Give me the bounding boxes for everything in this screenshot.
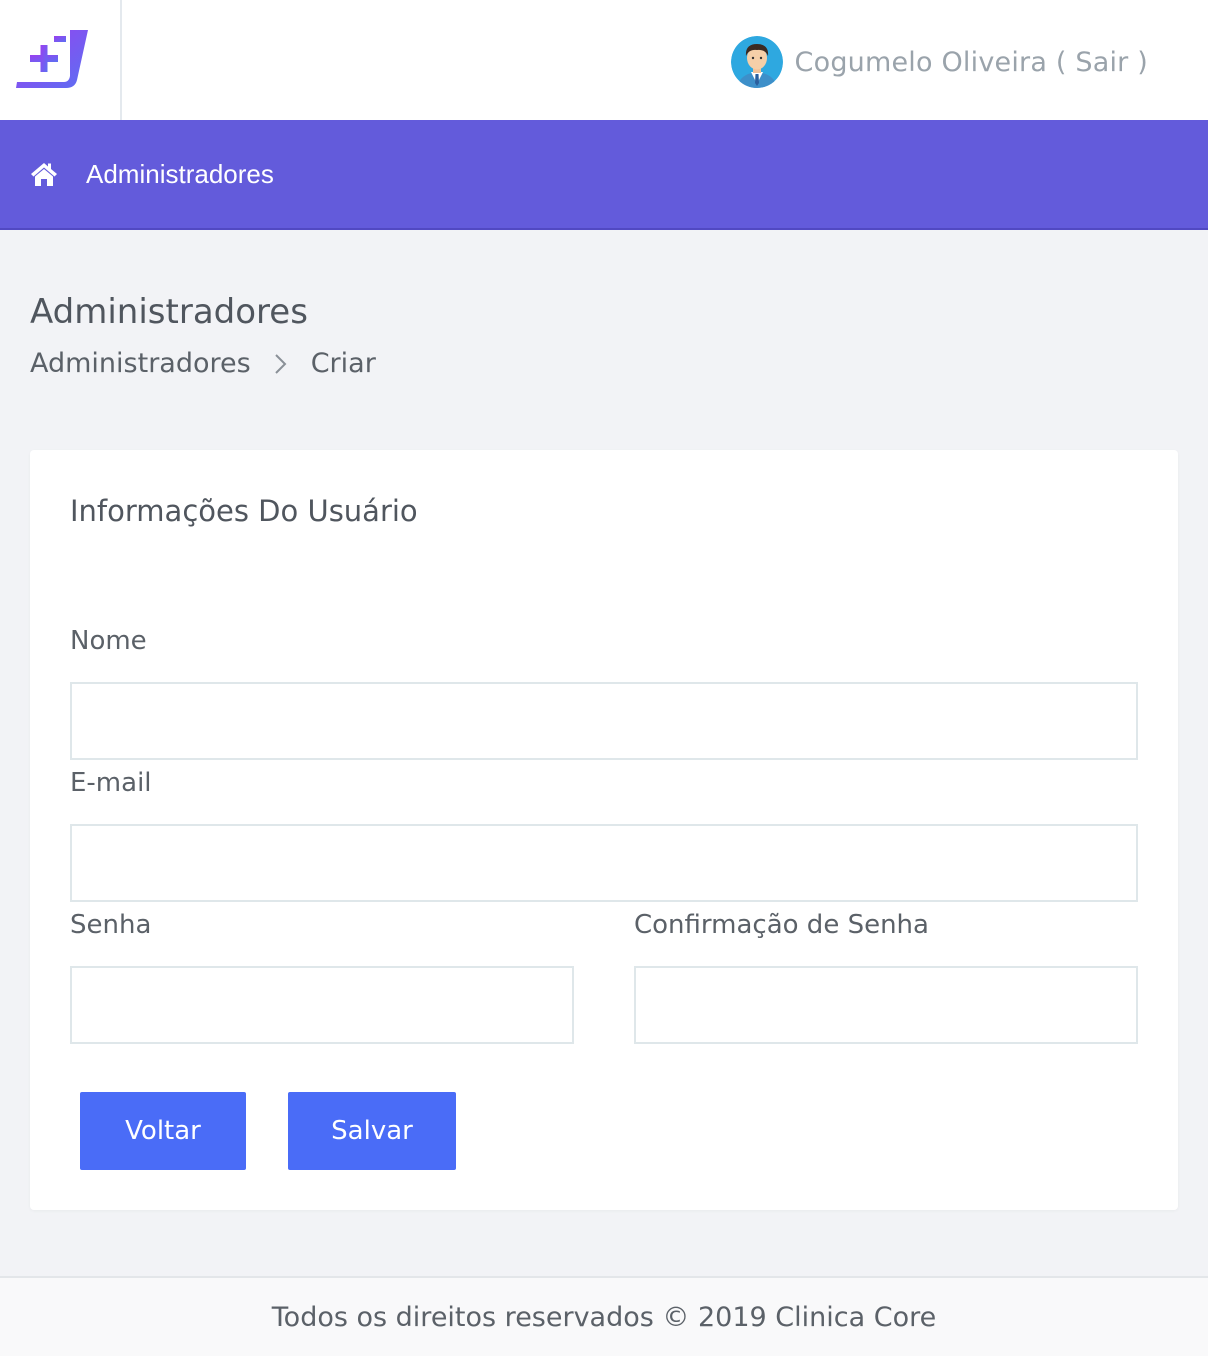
user-menu[interactable]: Cogumelo Oliveira ( Sair ) bbox=[730, 34, 1148, 90]
name-label: Nome bbox=[70, 626, 147, 656]
name-input[interactable] bbox=[70, 682, 1138, 760]
footer: Todos os direitos reservados © 2019 Clin… bbox=[0, 1276, 1208, 1356]
email-input[interactable] bbox=[70, 824, 1138, 902]
avatar bbox=[730, 36, 783, 88]
main-navbar: Administradores bbox=[0, 120, 1208, 230]
page-title: Administradores bbox=[30, 292, 308, 332]
footer-copyright: Todos os direitos reservados © 2019 Clin… bbox=[271, 1301, 937, 1333]
password-label: Senha bbox=[70, 910, 152, 940]
card-title: Informações Do Usuário bbox=[70, 494, 418, 528]
nav-item-administradores[interactable]: Administradores bbox=[86, 159, 274, 190]
save-button[interactable]: Salvar bbox=[288, 1092, 456, 1170]
logout-link[interactable]: ( Sair ) bbox=[1056, 47, 1148, 78]
password-confirmation-label: Confirmação de Senha bbox=[634, 910, 929, 940]
breadcrumb: Administradores Criar bbox=[30, 348, 376, 379]
chevron-right-icon bbox=[274, 353, 287, 374]
clinic-logo-icon bbox=[16, 30, 88, 88]
user-name-text: Cogumelo Oliveira ( Sair ) bbox=[795, 47, 1148, 78]
email-label: E-mail bbox=[70, 768, 152, 798]
password-confirmation-input[interactable] bbox=[634, 966, 1138, 1044]
user-name: Cogumelo Oliveira bbox=[794, 46, 1048, 78]
top-header: Cogumelo Oliveira ( Sair ) bbox=[0, 0, 1208, 120]
logo[interactable] bbox=[0, 0, 122, 120]
back-button[interactable]: Voltar bbox=[80, 1092, 246, 1170]
user-form-card: Informações Do Usuário Nome E-mail Senha… bbox=[30, 450, 1178, 1210]
breadcrumb-item-criar: Criar bbox=[310, 348, 376, 379]
password-input[interactable] bbox=[70, 966, 574, 1044]
breadcrumb-item-administradores[interactable]: Administradores bbox=[30, 348, 251, 379]
home-icon[interactable] bbox=[30, 161, 58, 187]
